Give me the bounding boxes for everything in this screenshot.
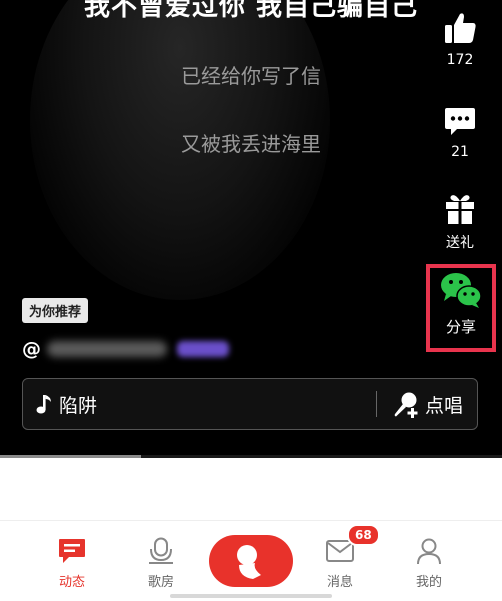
singer-icon (237, 545, 261, 579)
mic-add-icon (394, 392, 418, 418)
feed-icon (59, 539, 85, 563)
blurred-badge (177, 341, 229, 357)
gift-button[interactable]: 送礼 (430, 192, 490, 252)
video-progress-fill (0, 455, 141, 458)
like-button[interactable]: 172 (430, 10, 490, 68)
microphone-icon (149, 537, 173, 564)
lyric-line-after: 又被我丢进海里 (181, 132, 321, 156)
home-indicator (170, 594, 332, 598)
request-sing-label: 点唱 (424, 394, 463, 417)
lyric-line-next: 已经给你写了信 (181, 64, 321, 88)
video-progress-bar[interactable] (0, 455, 502, 458)
recommend-tag: 为你推荐 (22, 298, 89, 323)
nav-feed[interactable]: 动态 (42, 537, 102, 590)
music-note-icon (36, 395, 51, 414)
comment-icon (445, 108, 475, 135)
song-bar[interactable]: 陷阱 点唱 (22, 378, 478, 430)
comment-count: 21 (451, 144, 469, 160)
song-bar-divider (375, 391, 377, 417)
message-count-badge: 68 (347, 524, 380, 546)
thumbs-up-icon (445, 13, 476, 43)
create-song-button[interactable] (209, 535, 293, 587)
author-link[interactable]: @ (22, 338, 229, 360)
blurred-username (47, 341, 167, 357)
nav-messages-label: 消息 (326, 575, 353, 590)
nav-ktv-room-label: 歌房 (147, 575, 174, 590)
at-symbol: @ (22, 338, 41, 360)
nav-ktv-room[interactable]: 歌房 (131, 537, 191, 590)
request-sing-button[interactable]: 点唱 (391, 390, 463, 418)
wechat-icon (441, 273, 482, 308)
gift-icon (446, 195, 474, 224)
nav-feed-label: 动态 (58, 575, 85, 590)
comment-button[interactable]: 21 (430, 106, 490, 160)
song-title: 陷阱 (59, 394, 98, 417)
like-count: 172 (446, 52, 474, 68)
profile-icon (417, 538, 441, 565)
share-label: 分享 (445, 318, 476, 336)
video-player[interactable]: 我不曾爱过你 我自己骗自己 已经给你写了信 又被我丢进海里 172 21 送礼 (0, 0, 502, 458)
gift-label: 送礼 (446, 235, 474, 251)
nav-profile-label: 我的 (415, 575, 442, 590)
share-button[interactable]: 分享 (426, 264, 496, 352)
nav-profile[interactable]: 我的 (399, 537, 459, 590)
lyric-line-current: 我不曾爱过你 我自己骗自己 (83, 0, 419, 22)
